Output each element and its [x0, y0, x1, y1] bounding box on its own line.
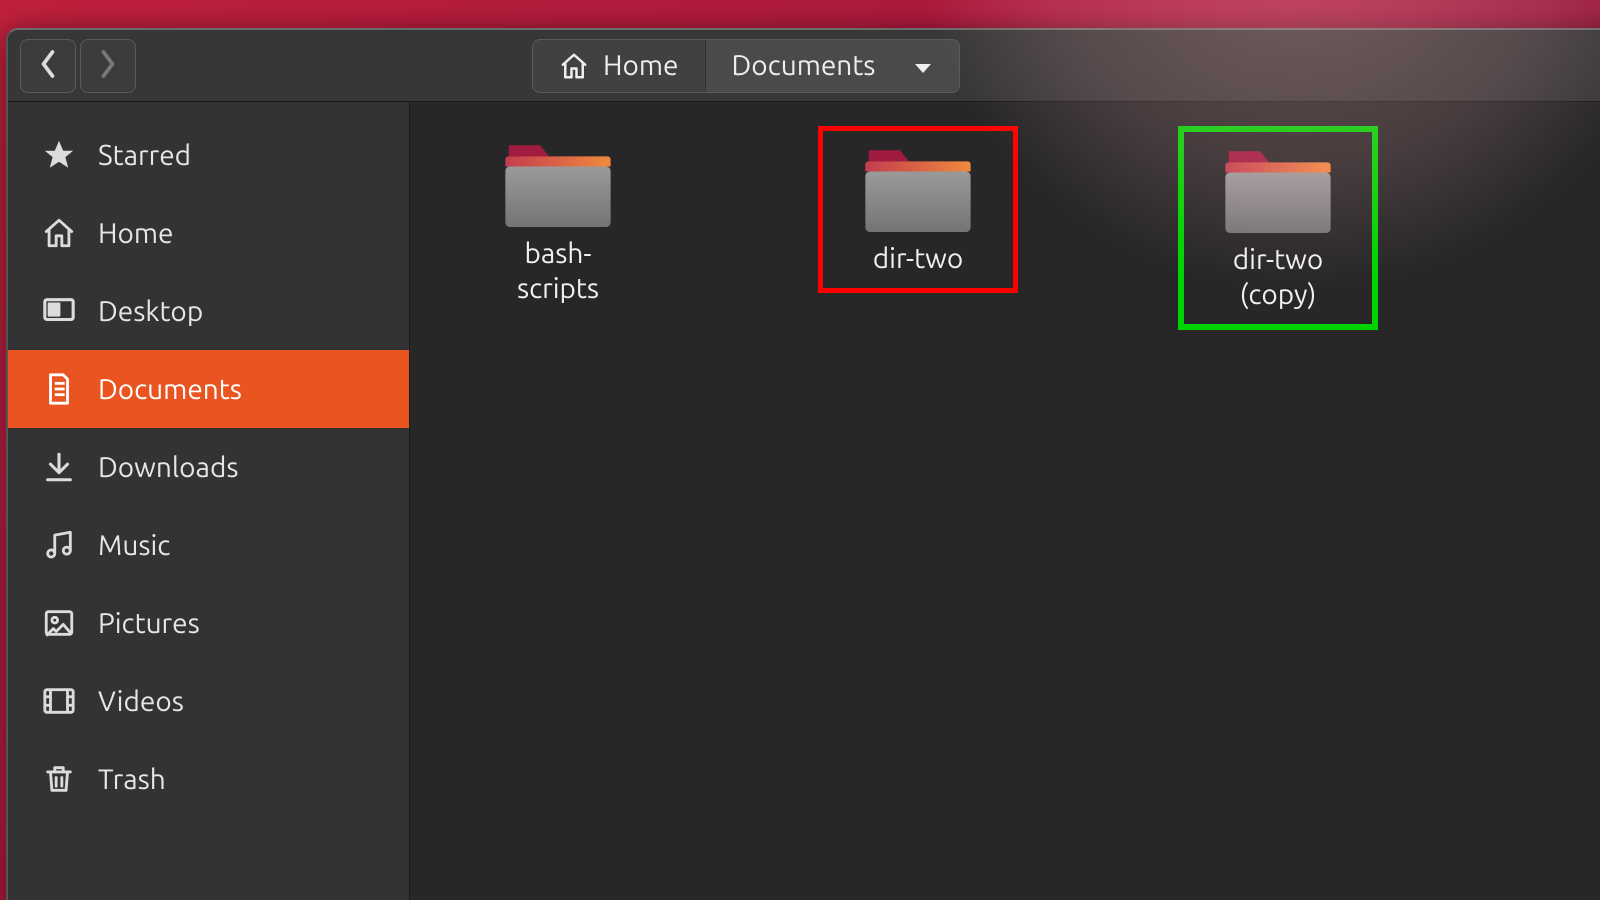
folder-icon — [862, 139, 974, 235]
window-body: Starred Home Desktop — [8, 102, 1600, 900]
toolbar: Home Documents — [8, 30, 1600, 102]
desktop-icon — [42, 294, 76, 328]
sidebar-item-trash[interactable]: Trash — [8, 740, 409, 818]
folder-item[interactable]: bash- scripts — [458, 126, 658, 318]
breadcrumb-current[interactable]: Documents — [706, 40, 960, 92]
file-manager-window: Home Documents Starred — [6, 28, 1600, 900]
sidebar-item-videos[interactable]: Videos — [8, 662, 409, 740]
sidebar-item-music[interactable]: Music — [8, 506, 409, 584]
sidebar-item-label: Home — [98, 218, 174, 249]
folder-label: dir-two — [873, 241, 963, 276]
chevron-down-icon — [913, 50, 933, 81]
sidebar-item-documents[interactable]: Documents — [8, 350, 409, 428]
sidebar-item-label: Desktop — [98, 296, 203, 327]
sidebar-item-pictures[interactable]: Pictures — [8, 584, 409, 662]
folder-icon — [502, 134, 614, 230]
breadcrumb: Home Documents — [532, 39, 960, 93]
sidebar-item-downloads[interactable]: Downloads — [8, 428, 409, 506]
sidebar-item-label: Starred — [98, 140, 191, 171]
content-icon-view[interactable]: bash- scripts dir-two — [410, 102, 1600, 900]
sidebar-item-label: Downloads — [98, 452, 238, 483]
chevron-left-icon — [39, 49, 57, 83]
breadcrumb-home[interactable]: Home — [533, 40, 706, 92]
sidebar-item-label: Trash — [98, 764, 166, 795]
sidebar-item-label: Videos — [98, 686, 184, 717]
sidebar-item-starred[interactable]: Starred — [8, 116, 409, 194]
sidebar: Starred Home Desktop — [8, 102, 410, 900]
music-icon — [42, 528, 76, 562]
sidebar-item-home[interactable]: Home — [8, 194, 409, 272]
forward-button[interactable] — [80, 39, 136, 93]
star-icon — [42, 138, 76, 172]
breadcrumb-current-label: Documents — [732, 50, 876, 81]
folder-item[interactable]: dir-two — [818, 126, 1018, 293]
folder-label: dir-two (copy) — [1233, 242, 1323, 312]
trash-icon — [42, 762, 76, 796]
video-icon — [42, 684, 76, 718]
nav-button-group — [20, 39, 152, 93]
sidebar-item-label: Documents — [98, 374, 242, 405]
breadcrumb-home-label: Home — [603, 50, 679, 81]
sidebar-item-desktop[interactable]: Desktop — [8, 272, 409, 350]
home-icon — [42, 216, 76, 250]
sidebar-item-label: Pictures — [98, 608, 200, 639]
folder-icon — [1222, 140, 1334, 236]
home-icon — [559, 51, 589, 81]
download-icon — [42, 450, 76, 484]
back-button[interactable] — [20, 39, 76, 93]
chevron-right-icon — [99, 49, 117, 83]
sidebar-item-label: Music — [98, 530, 170, 561]
picture-icon — [42, 606, 76, 640]
folder-label: bash- scripts — [517, 236, 599, 306]
folder-item[interactable]: dir-two (copy) — [1178, 126, 1378, 330]
document-icon — [42, 372, 76, 406]
